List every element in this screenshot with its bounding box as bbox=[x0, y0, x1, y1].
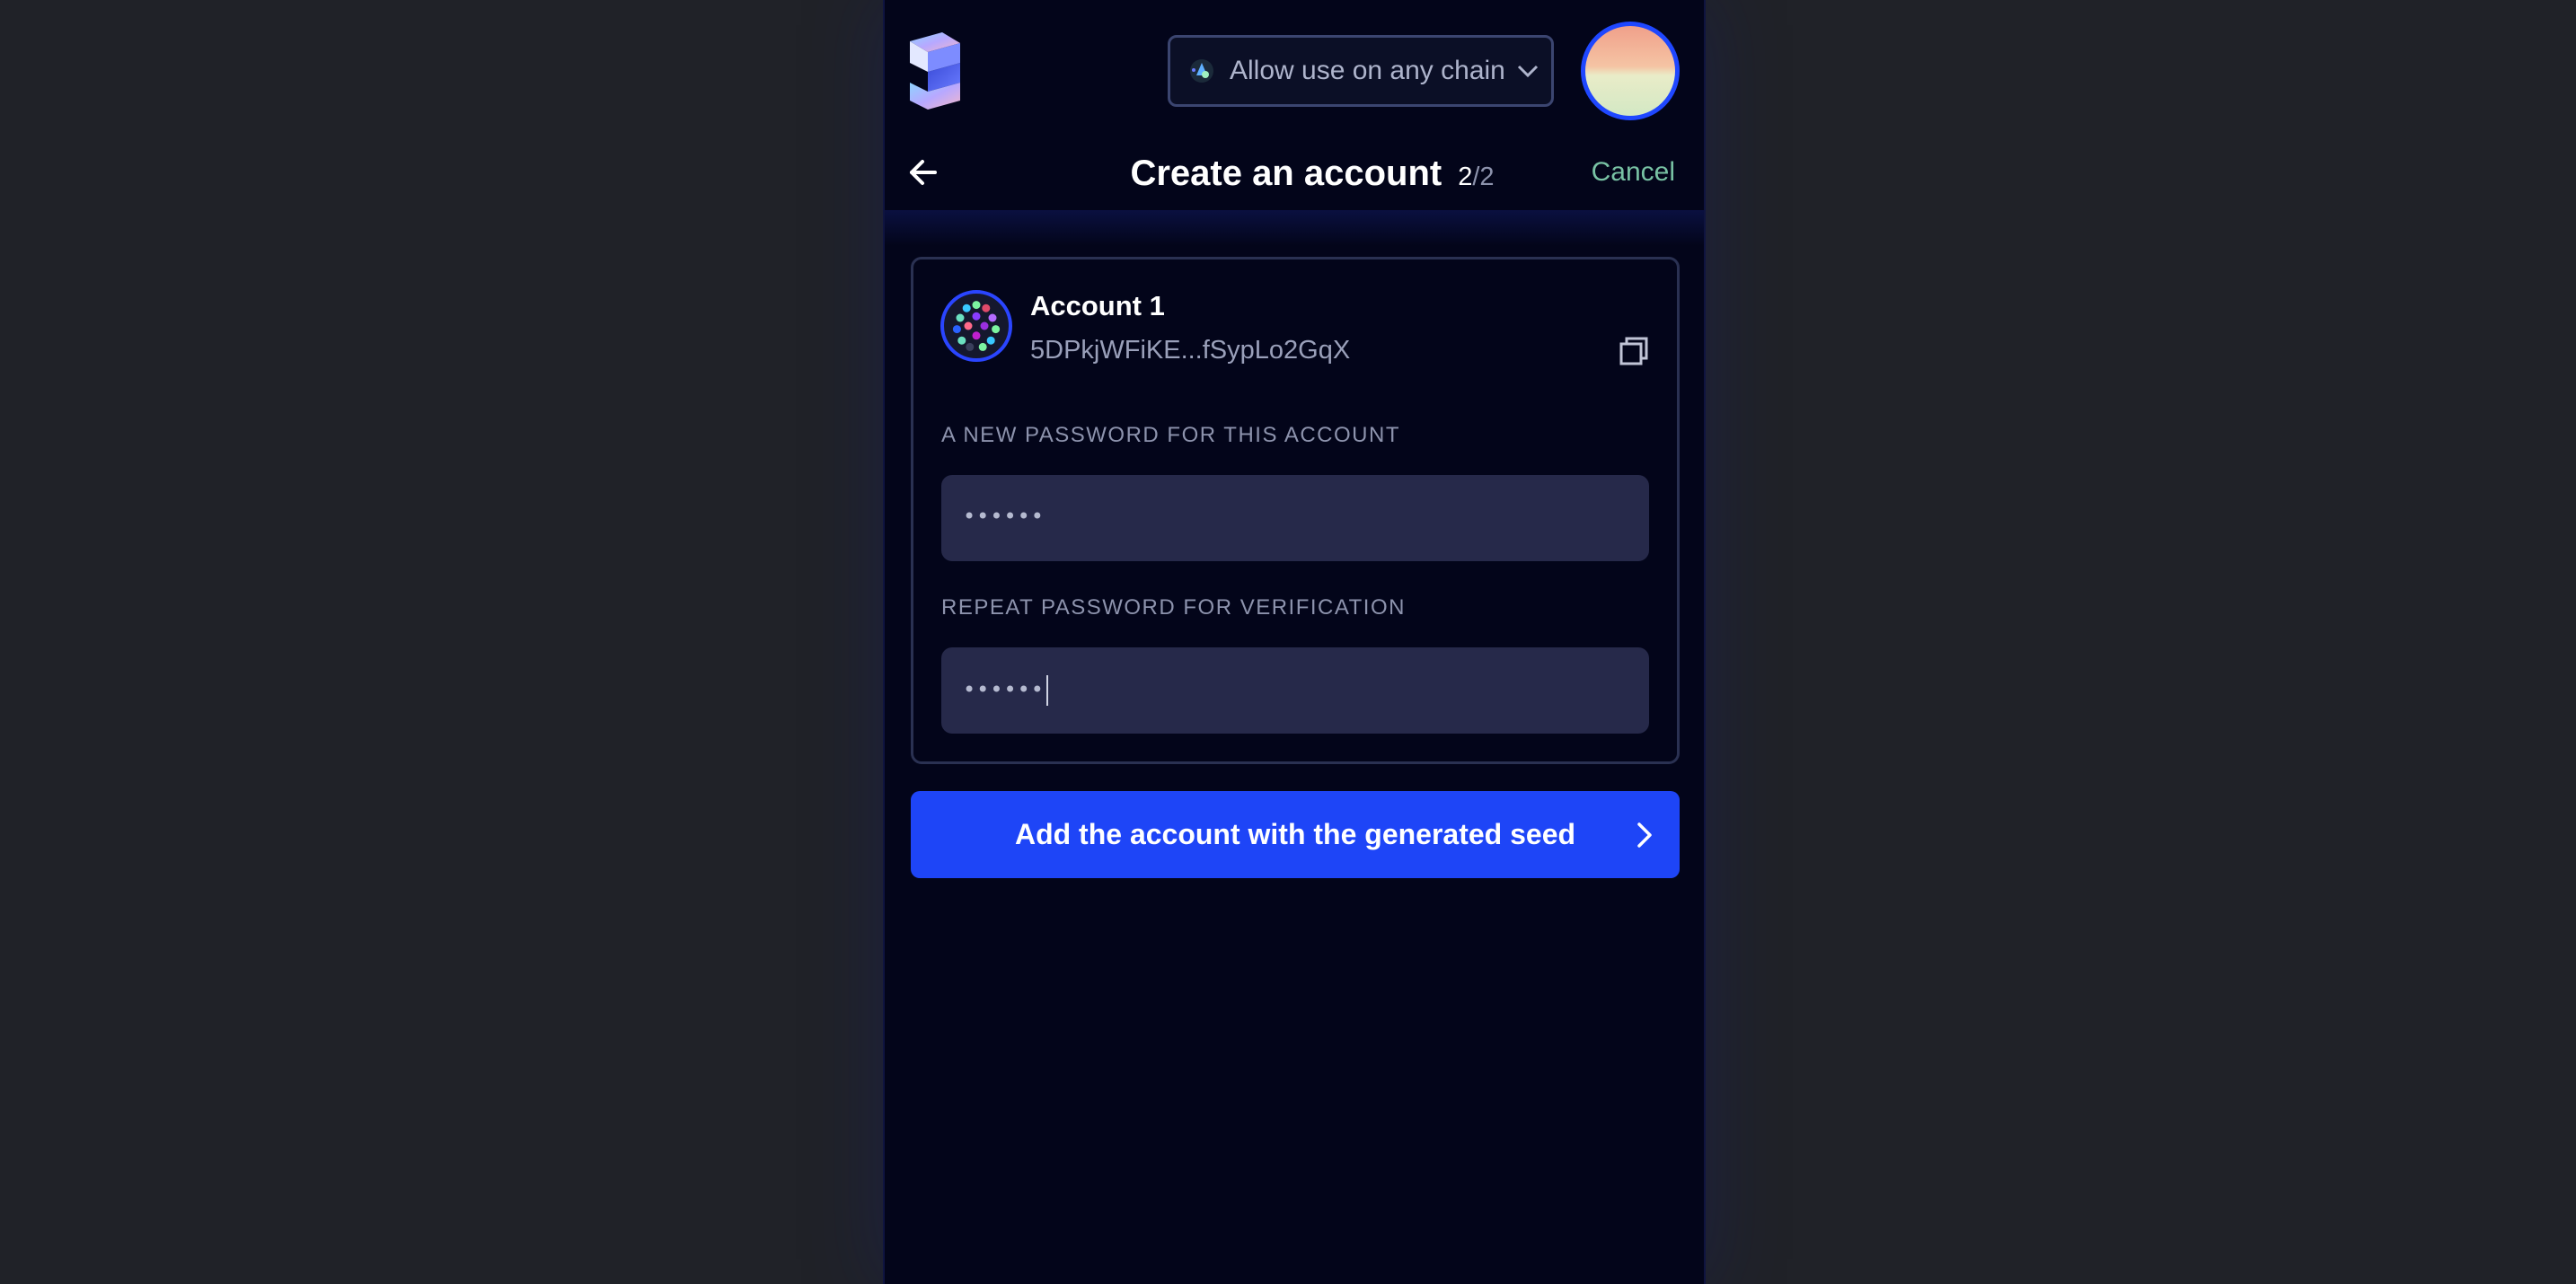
chevron-down-icon bbox=[1517, 65, 1538, 78]
chain-select-label: Allow use on any chain bbox=[1230, 56, 1505, 85]
page-header: Create an account 2/2 bbox=[885, 148, 1704, 198]
extension-popup: Allow use on any chain Create an account… bbox=[883, 0, 1706, 1284]
add-account-button-label: Add the account with the generated seed bbox=[1014, 818, 1576, 850]
new-password-label: A NEW PASSWORD FOR THIS ACCOUNT bbox=[941, 423, 1400, 447]
chain-icon bbox=[1190, 59, 1213, 83]
account-address: 5DPkjWFiKE...fSypLo2GqX bbox=[1030, 336, 1351, 365]
step-total: /2 bbox=[1472, 163, 1495, 191]
chain-select[interactable]: Allow use on any chain bbox=[1168, 35, 1554, 107]
account-avatar-button[interactable] bbox=[1581, 22, 1680, 120]
account-card: Account 1 5DPkjWFiKE...fSypLo2GqX A NEW … bbox=[911, 257, 1680, 764]
header-divider bbox=[885, 210, 1704, 246]
add-account-button[interactable]: Add the account with the generated seed bbox=[911, 791, 1680, 878]
page-title: Create an account bbox=[1130, 154, 1442, 193]
step-current: 2 bbox=[1458, 163, 1473, 191]
repeat-password-field[interactable] bbox=[941, 647, 1649, 734]
chevron-right-icon bbox=[1637, 822, 1652, 848]
copy-icon[interactable] bbox=[1618, 335, 1650, 367]
account-name: Account 1 bbox=[1030, 290, 1165, 321]
step-indicator: 2/2 bbox=[1458, 163, 1494, 191]
identicon-icon bbox=[940, 290, 1012, 362]
repeat-password-label: REPEAT PASSWORD FOR VERIFICATION bbox=[941, 595, 1406, 620]
new-password-field[interactable] bbox=[941, 475, 1649, 561]
cancel-link[interactable]: Cancel bbox=[1592, 157, 1675, 188]
logo-icon bbox=[910, 32, 960, 110]
